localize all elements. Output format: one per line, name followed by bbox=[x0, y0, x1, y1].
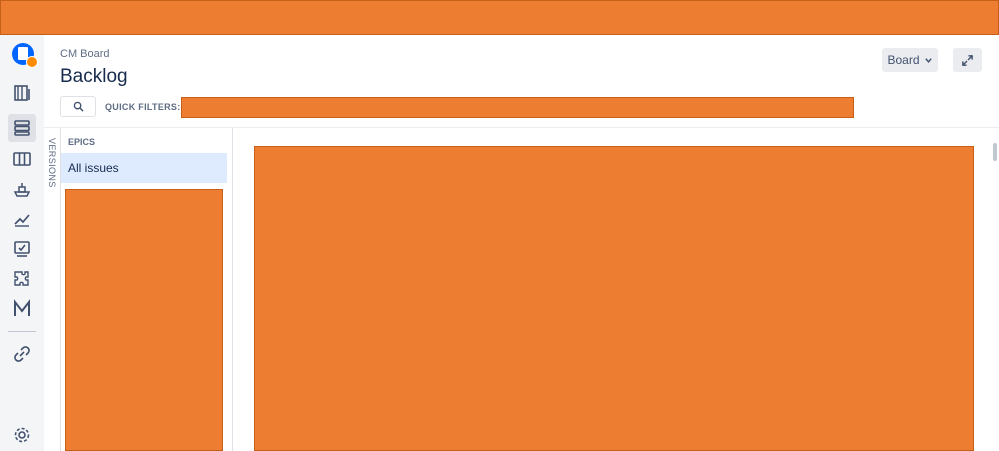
list-icon[interactable] bbox=[8, 114, 36, 142]
all-issues-item[interactable]: All issues bbox=[61, 153, 227, 183]
backlog-icon[interactable] bbox=[8, 79, 36, 107]
quick-filters-label: QUICK FILTERS: bbox=[105, 102, 181, 112]
search-input[interactable] bbox=[60, 96, 96, 117]
redacted-quick-filters bbox=[181, 97, 854, 118]
search-icon bbox=[73, 101, 84, 112]
expand-icon bbox=[962, 54, 973, 66]
tests-icon[interactable] bbox=[8, 235, 36, 263]
board-dropdown-button[interactable]: Board bbox=[882, 48, 938, 72]
reports-icon[interactable] bbox=[8, 205, 36, 233]
board-icon[interactable] bbox=[8, 145, 36, 173]
fullscreen-button[interactable] bbox=[953, 48, 982, 72]
epics-title: EPICS bbox=[68, 137, 96, 147]
redacted-backlog-content bbox=[254, 146, 974, 451]
versions-panel-toggle[interactable]: VERSIONS bbox=[44, 128, 61, 451]
redacted-banner bbox=[0, 0, 999, 35]
backlog-scrollbar[interactable] bbox=[993, 143, 997, 161]
project-avatar[interactable] bbox=[12, 43, 38, 68]
breadcrumb[interactable]: CM Board bbox=[60, 48, 110, 60]
versions-label: VERSIONS bbox=[47, 138, 57, 188]
epics-panel: EPICS All issues bbox=[61, 128, 291, 451]
m-icon[interactable] bbox=[8, 295, 36, 323]
settings-icon[interactable] bbox=[8, 421, 36, 449]
link-icon[interactable] bbox=[8, 340, 36, 368]
board-button-label: Board bbox=[887, 53, 920, 67]
page-title: Backlog bbox=[60, 66, 128, 87]
addon-icon[interactable] bbox=[8, 265, 36, 293]
sidebar-divider bbox=[8, 331, 36, 332]
chevron-down-icon bbox=[924, 57, 932, 63]
redacted-epic-list bbox=[65, 189, 223, 451]
release-icon[interactable] bbox=[8, 175, 36, 203]
